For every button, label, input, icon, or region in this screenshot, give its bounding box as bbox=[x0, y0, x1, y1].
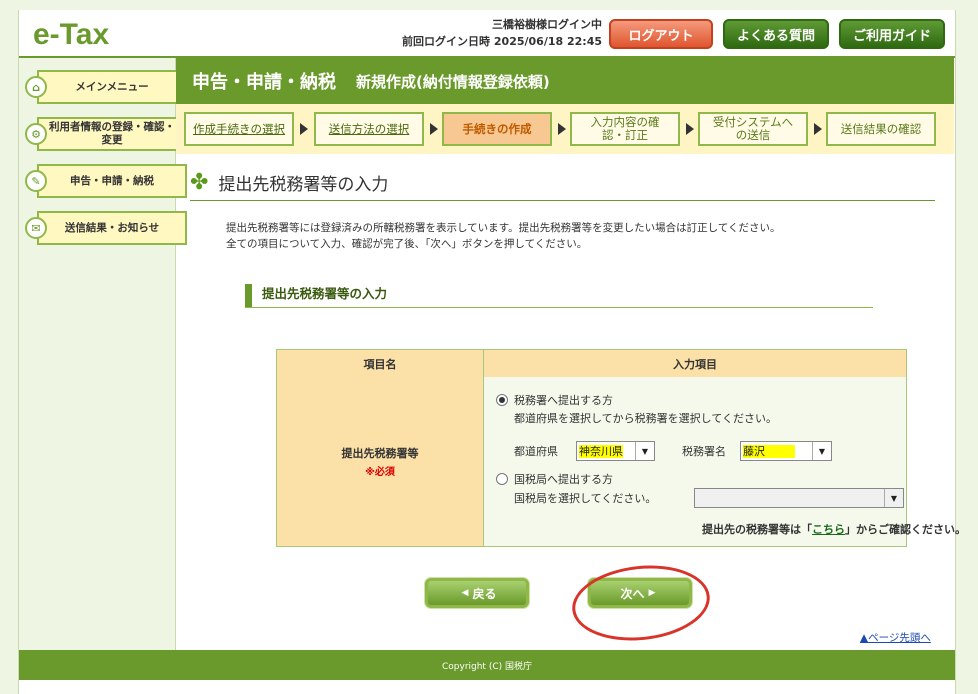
chevron-down-icon: ▼ bbox=[812, 442, 831, 460]
tax-office-label: 税務署名 bbox=[682, 445, 726, 458]
instruction-line: 提出先税務署等には登録済みの所轄税務署を表示しています。提出先税務署等を変更した… bbox=[226, 222, 781, 234]
instruction-line: 全ての項目について入力、確認が完了後、「次へ」ボタンを押してください。 bbox=[226, 238, 588, 250]
prefecture-value: 神奈川県 bbox=[579, 445, 623, 458]
subsection-divider bbox=[245, 307, 873, 308]
sidebar-item-user-info[interactable]: ⚙ 利用者情報の登録・確認・変更 bbox=[25, 117, 187, 151]
mail-icon: ✉ bbox=[25, 217, 47, 239]
radio-tax-office-hint: 都道府県を選択してから税務署を選択してください。 bbox=[514, 412, 778, 425]
step-arrow-icon bbox=[686, 123, 694, 135]
sidebar-item-label: 申告・申請・納税 bbox=[70, 174, 154, 187]
section-title: ✤ 提出先税務署等の入力 bbox=[190, 170, 388, 195]
user-gear-icon: ⚙ bbox=[25, 123, 47, 145]
prefecture-select[interactable]: 神奈川県 ▼ bbox=[576, 441, 655, 461]
clover-icon: ✤ bbox=[190, 170, 209, 195]
back-button-label: 戻る bbox=[472, 586, 497, 601]
bureau-select[interactable]: ▼ bbox=[694, 488, 904, 508]
row-input-cell: 税務署へ提出する方 都道府県を選択してから税務署を選択してください。 都道府県 … bbox=[484, 377, 966, 546]
section-divider bbox=[190, 200, 935, 201]
row-label: 提出先税務署等 bbox=[341, 447, 419, 460]
step-create-procedure: 手続きの作成 bbox=[442, 112, 552, 146]
column-header-input: 入力項目 bbox=[484, 350, 906, 378]
subsection-title: 提出先税務署等の入力 bbox=[245, 284, 387, 308]
step-arrow-icon bbox=[430, 123, 438, 135]
sidebar-item-label: 送信結果・お知らせ bbox=[64, 221, 160, 234]
step-select-procedure[interactable]: 作成手続きの選択 bbox=[184, 112, 294, 146]
etax-logo[interactable]: e-Tax bbox=[33, 18, 109, 52]
step-confirm: 入力内容の確認・訂正 bbox=[570, 112, 680, 146]
radio-bureau[interactable] bbox=[496, 473, 508, 485]
radio-bureau-hint: 国税局を選択してください。 bbox=[514, 492, 657, 505]
page-subtitle: 新規作成(納付情報登録依頼) bbox=[356, 72, 550, 91]
last-login-label: 前回ログイン日時 bbox=[402, 35, 491, 48]
footer: Copyright (C) 国税庁 bbox=[19, 650, 955, 680]
confirm-note: 提出先の税務署等は「こちら」からご確認ください。 bbox=[702, 521, 966, 537]
guide-button[interactable]: ご利用ガイド bbox=[839, 19, 945, 49]
note-prefix: 提出先の税務署等は「 bbox=[702, 523, 812, 536]
step-select-method[interactable]: 送信方法の選択 bbox=[314, 112, 424, 146]
sidebar-item-main-menu[interactable]: ⌂ メインメニュー bbox=[25, 70, 187, 104]
last-login-value: 2025/06/18 22:45 bbox=[493, 35, 602, 48]
tax-office-select[interactable]: 藤沢 ▼ bbox=[740, 441, 832, 461]
row-label-cell: 提出先税務署等 ※必須 bbox=[277, 377, 484, 546]
home-icon: ⌂ bbox=[25, 76, 47, 98]
last-login: 前回ログイン日時 2025/06/18 22:45 bbox=[380, 33, 602, 50]
column-header-item: 項目名 bbox=[277, 350, 484, 378]
page-top-link[interactable]: ▲ページ先頭へ bbox=[860, 630, 931, 645]
sidebar-item-label: メインメニュー bbox=[75, 80, 149, 93]
page-top-label: ページ先頭へ bbox=[868, 632, 931, 644]
instructions: 提出先税務署等には登録済みの所轄税務署を表示しています。提出先税務署等を変更した… bbox=[226, 220, 781, 252]
required-mark: ※必須 bbox=[365, 467, 395, 478]
note-suffix: 」からご確認ください。 bbox=[845, 523, 966, 536]
progress-steps: 作成手続きの選択 送信方法の選択 手続きの作成 入力内容の確認・訂正 受付システ… bbox=[176, 104, 954, 154]
sidebar-item-filing[interactable]: ✎ 申告・申請・納税 bbox=[25, 164, 187, 198]
circle-left-icon: ◀ bbox=[461, 588, 469, 598]
sidebar: ⌂ メインメニュー ⚙ 利用者情報の登録・確認・変更 ✎ 申告・申請・納税 ✉ … bbox=[19, 58, 187, 650]
page-title: 申告・申請・納税 bbox=[192, 72, 336, 93]
sidebar-item-results[interactable]: ✉ 送信結果・お知らせ bbox=[25, 211, 187, 245]
confirm-link[interactable]: こちら bbox=[812, 523, 845, 536]
step-arrow-icon bbox=[814, 123, 822, 135]
radio-bureau-label: 国税局へ提出する方 bbox=[514, 473, 613, 486]
radio-tax-office-label: 税務署へ提出する方 bbox=[514, 394, 613, 407]
user-status: 三橋裕樹様ログイン中 bbox=[492, 18, 602, 31]
step-send: 受付システムへの送信 bbox=[698, 112, 808, 146]
chevron-down-icon: ▼ bbox=[635, 442, 654, 460]
step-result: 送信結果の確認 bbox=[826, 112, 936, 146]
page-title-bar: 申告・申請・納税 新規作成(納付情報登録依頼) bbox=[176, 58, 954, 104]
logout-button[interactable]: ログアウト bbox=[609, 19, 713, 49]
prefecture-label: 都道府県 bbox=[514, 445, 558, 458]
tax-office-value: 藤沢 bbox=[743, 445, 795, 458]
chevron-down-icon: ▼ bbox=[884, 489, 903, 507]
login-info: 三橋裕樹様ログイン中 前回ログイン日時 2025/06/18 22:45 bbox=[380, 16, 602, 50]
radio-tax-office[interactable] bbox=[496, 394, 508, 406]
step-arrow-icon bbox=[558, 123, 566, 135]
section-title-text: 提出先税務署等の入力 bbox=[218, 175, 389, 195]
step-arrow-icon bbox=[300, 123, 308, 135]
sidebar-item-label: 利用者情報の登録・確認・変更 bbox=[49, 121, 175, 146]
back-button[interactable]: ◀ 戻る bbox=[425, 578, 529, 608]
document-icon: ✎ bbox=[25, 170, 47, 192]
up-arrow-icon: ▲ bbox=[860, 632, 869, 644]
faq-button[interactable]: よくある質問 bbox=[723, 19, 829, 49]
input-table: 項目名 入力項目 提出先税務署等 ※必須 税務署へ提出する方 都道府県を選択して… bbox=[276, 349, 966, 547]
